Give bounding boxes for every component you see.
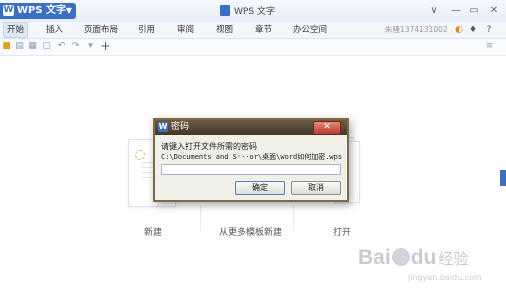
- ok-button[interactable]: 确定: [235, 181, 285, 195]
- tab-review[interactable]: 审阅: [177, 23, 194, 37]
- open-document-link[interactable]: 打开: [333, 225, 351, 238]
- redo-icon[interactable]: ↷: [70, 41, 81, 52]
- quick-access-toolbar: ■ ▤ ▦ ▢ ↶ ↷ ▾ + ≡: [0, 39, 506, 56]
- new-document-link[interactable]: 新建: [144, 225, 162, 238]
- wps-logo-icon: W: [158, 122, 168, 132]
- app-name: WPS 文字: [17, 5, 67, 16]
- tab-start[interactable]: 开始: [3, 22, 29, 38]
- maximize-button[interactable]: ▭: [466, 3, 482, 18]
- tab-section[interactable]: 章节: [255, 23, 272, 37]
- baidu-watermark: Bai du 经验 jingyan.baidu.com: [358, 246, 482, 282]
- password-dialog: W 密码 ✕ 请键入打开文件所需的密码 C:\Documents and S··…: [153, 118, 349, 202]
- side-panel-tab[interactable]: [500, 170, 506, 186]
- account-name[interactable]: 朱骚1374131002: [385, 24, 448, 35]
- menu-bar: 开始 插入 页面布局 引用 审阅 视图 章节 办公空间 朱骚1374131002…: [0, 22, 506, 39]
- save-icon[interactable]: ▤: [14, 41, 25, 52]
- tab-insert[interactable]: 插入: [46, 23, 63, 37]
- dialog-close-button[interactable]: ✕: [313, 121, 341, 135]
- folder-icon[interactable]: ■: [1, 41, 12, 52]
- paw-icon: [391, 248, 410, 266]
- wps-doc-icon: [220, 5, 230, 16]
- shirt-icon[interactable]: ♦: [468, 25, 478, 35]
- password-prompt: 请键入打开文件所需的密码: [161, 142, 257, 151]
- dialog-title-bar: W 密码 ✕: [155, 120, 347, 135]
- close-window-button[interactable]: ✕: [486, 3, 502, 18]
- watermark-url: jingyan.baidu.com: [408, 273, 482, 282]
- divider: [200, 205, 201, 231]
- ribbon-toggle-icon[interactable]: ≡: [484, 41, 495, 52]
- divider: [293, 205, 294, 231]
- undo-icon[interactable]: ↶: [56, 41, 67, 52]
- help-icon[interactable]: ?: [484, 25, 494, 35]
- watermark-du: du: [410, 246, 437, 269]
- tab-view[interactable]: 视图: [216, 23, 233, 37]
- print-icon[interactable]: ▦: [27, 41, 38, 52]
- dialog-title: 密码: [171, 122, 190, 132]
- wps-logo-icon: W: [3, 5, 14, 16]
- cancel-button[interactable]: 取消: [291, 181, 341, 195]
- app-menu-button[interactable]: W WPS 文字 ▼: [0, 3, 76, 19]
- file-path: C:\Documents and S···or\桌面\word如何加密.wps: [161, 153, 343, 161]
- title-bar: W WPS 文字 ▼ WPS 文字 ∨ — ▭ ✕: [0, 0, 506, 23]
- watermark-bai: Bai: [358, 246, 391, 269]
- collapse-ribbon-button[interactable]: ∨: [426, 3, 442, 18]
- watermark-jingyan: 经验: [438, 250, 469, 268]
- skin-icon[interactable]: ◐: [454, 25, 464, 35]
- dropdown-icon[interactable]: ▾: [85, 41, 96, 52]
- chevron-down-icon: ▼: [65, 6, 72, 15]
- new-from-template-link[interactable]: 从更多模板新建: [219, 225, 282, 238]
- minimize-button[interactable]: —: [448, 3, 464, 18]
- tab-office-space[interactable]: 办公空间: [293, 23, 327, 37]
- preview-icon[interactable]: ▢: [41, 41, 52, 52]
- password-input[interactable]: [161, 164, 341, 175]
- window-title-text: WPS 文字: [234, 7, 275, 17]
- window-title: WPS 文字: [220, 4, 275, 18]
- tab-references[interactable]: 引用: [138, 23, 155, 37]
- add-icon[interactable]: +: [100, 40, 111, 52]
- tab-page-layout[interactable]: 页面布局: [84, 23, 118, 37]
- sun-icon: [135, 150, 145, 160]
